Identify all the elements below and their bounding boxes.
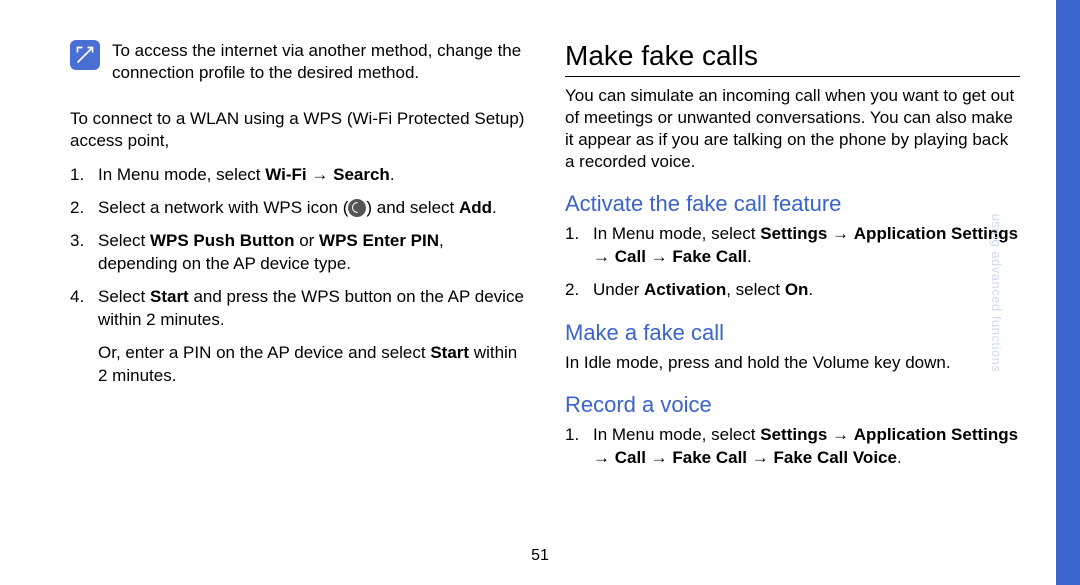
right-column: Make fake calls You can simulate an inco… [565, 40, 1020, 545]
step-1: In Menu mode, select Wi-Fi → Search. [70, 164, 525, 187]
note-icon [70, 40, 100, 70]
left-column: To access the internet via another metho… [70, 40, 525, 545]
side-tab: using advanced functions [1056, 0, 1080, 585]
page-content: To access the internet via another metho… [0, 0, 1080, 585]
wps-icon [348, 199, 366, 217]
record-steps: In Menu mode, select Settings → Applicat… [565, 424, 1020, 470]
subheading-record: Record a voice [565, 392, 1020, 418]
wps-steps: In Menu mode, select Wi-Fi → Search. Sel… [70, 164, 525, 388]
step-4: Select Start and press the WPS button on… [70, 286, 525, 388]
page-number: 51 [531, 547, 549, 565]
activate-step-2: Under Activation, select On. [565, 279, 1020, 302]
subheading-make: Make a fake call [565, 320, 1020, 346]
make-text: In Idle mode, press and hold the Volume … [565, 352, 1020, 374]
side-tab-text: using advanced functions [989, 213, 1004, 372]
note-text: To access the internet via another metho… [112, 40, 525, 84]
wps-icon-inline [348, 199, 366, 217]
step-4-or: Or, enter a PIN on the AP device and sel… [98, 342, 525, 388]
wps-intro: To connect to a WLAN using a WPS (Wi-Fi … [70, 108, 525, 152]
section-title: Make fake calls [565, 40, 1020, 77]
record-step-1: In Menu mode, select Settings → Applicat… [565, 424, 1020, 470]
activate-steps: In Menu mode, select Settings → Applicat… [565, 223, 1020, 302]
step-3: Select WPS Push Button or WPS Enter PIN,… [70, 230, 525, 276]
subheading-activate: Activate the fake call feature [565, 191, 1020, 217]
step-2: Select a network with WPS icon () and se… [70, 197, 525, 220]
section-intro: You can simulate an incoming call when y… [565, 85, 1020, 173]
activate-step-1: In Menu mode, select Settings → Applicat… [565, 223, 1020, 269]
info-note: To access the internet via another metho… [70, 40, 525, 84]
